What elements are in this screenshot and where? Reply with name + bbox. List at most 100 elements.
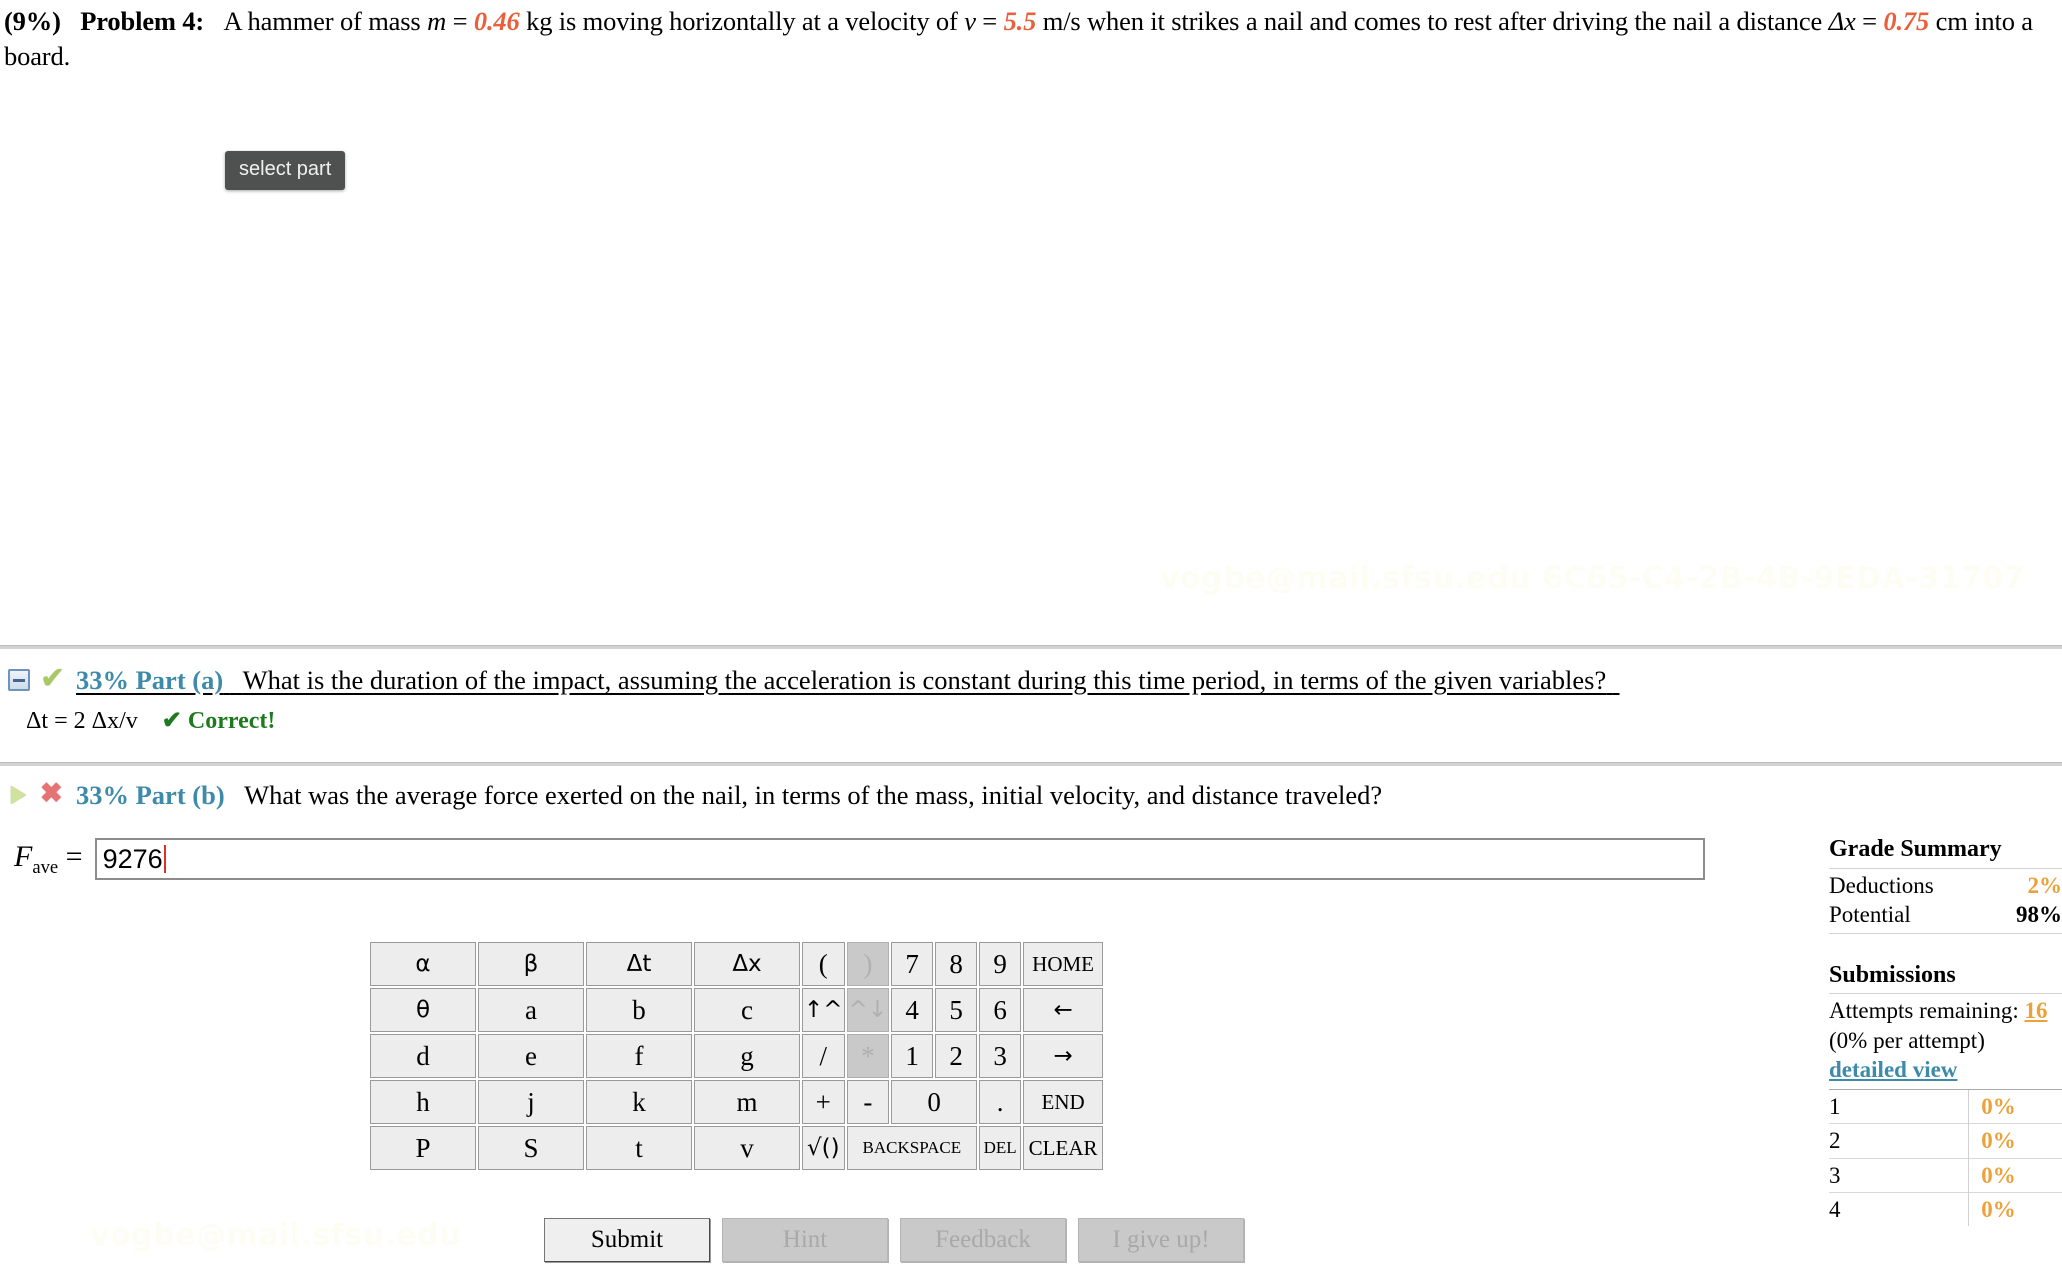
keypad-key-[interactable]: . [979,1080,1022,1124]
part-a-weight: 33% Part (a) [76,665,224,695]
deductions-value: 2% [2027,872,2062,898]
potential-row: Potential 98% [1829,900,2062,929]
keypad-key-7[interactable]: 7 [891,942,934,986]
potential-label: Potential [1829,902,1911,928]
collapse-box-icon[interactable] [8,669,30,691]
keypad-key-e[interactable]: e [478,1034,584,1078]
keypad-key-x[interactable]: Δx [694,942,800,986]
problem-label: Problem 4: [80,6,205,36]
keypad-key-[interactable]: ( [802,942,845,986]
green-check-icon [40,661,70,696]
answer-input[interactable]: 9276 [94,838,1705,880]
keypad-key-[interactable]: ← [1023,988,1104,1032]
attempt-score: 0% [1968,1157,2062,1193]
problem-value-v: 5.5 [1003,6,1037,36]
keypad-key-end[interactable]: END [1023,1080,1104,1124]
grade-summary-panel: Grade Summary Deductions 2% Potential 98… [1829,834,2062,1227]
keypad-key-2[interactable]: 2 [935,1034,978,1078]
problem-eq-1: = [446,6,474,36]
keypad-key-9[interactable]: 9 [979,942,1022,986]
detailed-view-link[interactable]: detailed view [1829,1055,2062,1084]
part-a-question: What is the duration of the impact, assu… [242,665,1607,695]
attempt-score: 0% [1968,1088,2062,1124]
problem-text-3: m/s when it strikes a nail and comes to … [1036,6,1829,36]
grade-summary-divider-2 [1829,932,2062,934]
submit-button[interactable]: Submit [544,1218,710,1262]
attempt-row: 3 0% [1829,1157,2062,1193]
keypad-key-: * [846,1034,890,1078]
math-keypad[interactable]: α β Δt Δx() 7 8 9 HOME θ a b c ↑^ ^↓ 4 5 6 ← d e f g / * 1 2 3 → h j k… [368,940,1105,1172]
problem-percent: (9%) [4,6,61,36]
keypad-key-8[interactable]: 8 [935,942,978,986]
keypad-key-h[interactable]: h [370,1080,476,1124]
problem-var-dx: Δx [1828,6,1856,36]
keypad-key-[interactable]: √() [802,1126,845,1170]
problem-value-dx: 0.75 [1883,6,1930,36]
keypad-key-4[interactable]: 4 [891,988,934,1032]
keypad-key-t[interactable]: Δt [586,942,692,986]
keypad-key-c[interactable]: c [694,988,800,1032]
keypad-key-1[interactable]: 1 [891,1034,934,1078]
part-a-status: ✔ Correct! [161,707,276,734]
keypad-row: θ a b c ↑^ ^↓ 4 5 6 ← [370,988,1104,1032]
keypad-key-t[interactable]: t [586,1126,692,1170]
watermark-top: vogbe@mail.sfsu.edu 6C65-C4-2B-4B-9EDA-3… [1160,561,2026,596]
keypad-key-[interactable]: α [370,942,476,986]
per-attempt-value: 0% [1836,1027,1868,1053]
watermark-bottom: vogbe@mail.sfsu.edu [90,1218,462,1253]
per-attempt-open: ( [1829,1027,1837,1053]
attempt-number: 2 [1829,1123,1969,1158]
potential-value: 98% [2016,902,2062,928]
grade-summary-title: Grade Summary [1829,836,2002,862]
keypad-key-[interactable]: θ [370,988,476,1032]
attempt-score-table: 1 0% 2 0% 3 0% 4 0% [1829,1088,2062,1227]
deductions-label: Deductions [1829,872,1934,898]
keypad-key-m[interactable]: m [694,1080,800,1124]
keypad-key-clear[interactable]: CLEAR [1023,1126,1104,1170]
keypad-key-[interactable]: → [1023,1034,1104,1078]
part-b-section: 33% Part (b) What was the average force … [0,778,1790,812]
keypad-key-a[interactable]: a [478,988,584,1032]
attempt-number: 4 [1829,1191,1969,1227]
keypad-key-[interactable]: β [478,942,584,986]
keypad-row: P St v √() BACKSPACE DEL CLEAR [370,1126,1104,1170]
keypad-key-: ) [846,942,890,986]
keypad-key-0[interactable]: 0 [891,1080,978,1124]
keypad-key-6[interactable]: 6 [979,988,1022,1032]
keypad-key-s[interactable]: S [478,1126,584,1170]
keypad-key-[interactable]: + [802,1080,845,1124]
keypad-key-[interactable]: - [846,1080,890,1124]
keypad-key-backspace[interactable]: BACKSPACE [846,1126,978,1170]
keypad-row: d e f g / * 1 2 3 → [370,1034,1104,1078]
per-attempt-text: per attempt) [1867,1027,1985,1053]
keypad-row: α β Δt Δx() 7 8 9 HOME [370,942,1104,986]
part-b-heading[interactable]: 33% Part (b) What was the average force … [76,778,1382,812]
keypad-key-d[interactable]: d [370,1034,476,1078]
keypad-key-3[interactable]: 3 [979,1034,1022,1078]
action-button-row: Submit Hint Feedback I give up! [544,1218,1244,1262]
keypad-key-[interactable]: / [802,1034,845,1078]
part-a-heading[interactable]: 33% Part (a) What is the duration of the… [76,663,1619,697]
attempt-score: 0% [1968,1191,2062,1227]
answer-label-symbol: F [14,839,33,873]
problem-eq-3: = [1855,6,1884,36]
keypad-key-[interactable]: ↑^ [802,988,845,1032]
keypad-key-p[interactable]: P [370,1126,476,1170]
feedback-button: Feedback [900,1218,1066,1262]
keypad-key-5[interactable]: 5 [935,988,978,1032]
part-b-question: What was the average force exerted on th… [244,780,1383,810]
expand-triangle-icon[interactable] [8,784,30,806]
keypad-key-k[interactable]: k [586,1080,692,1124]
keypad-key-f[interactable]: f [586,1034,692,1078]
keypad-key-del[interactable]: DEL [979,1126,1022,1170]
answer-input-value: 9276 [102,843,163,874]
keypad-key-g[interactable]: g [694,1034,800,1078]
attempts-remaining-row: Attempts remaining: 16 [1829,996,2062,1025]
keypad-key-j[interactable]: j [478,1080,584,1124]
keypad-key-: ^↓ [846,988,890,1032]
keypad-key-v[interactable]: v [694,1126,800,1170]
keypad-key-home[interactable]: HOME [1023,942,1104,986]
keypad-key-b[interactable]: b [586,988,692,1032]
attempt-score: 0% [1968,1123,2062,1158]
section-divider-top [0,645,2062,649]
